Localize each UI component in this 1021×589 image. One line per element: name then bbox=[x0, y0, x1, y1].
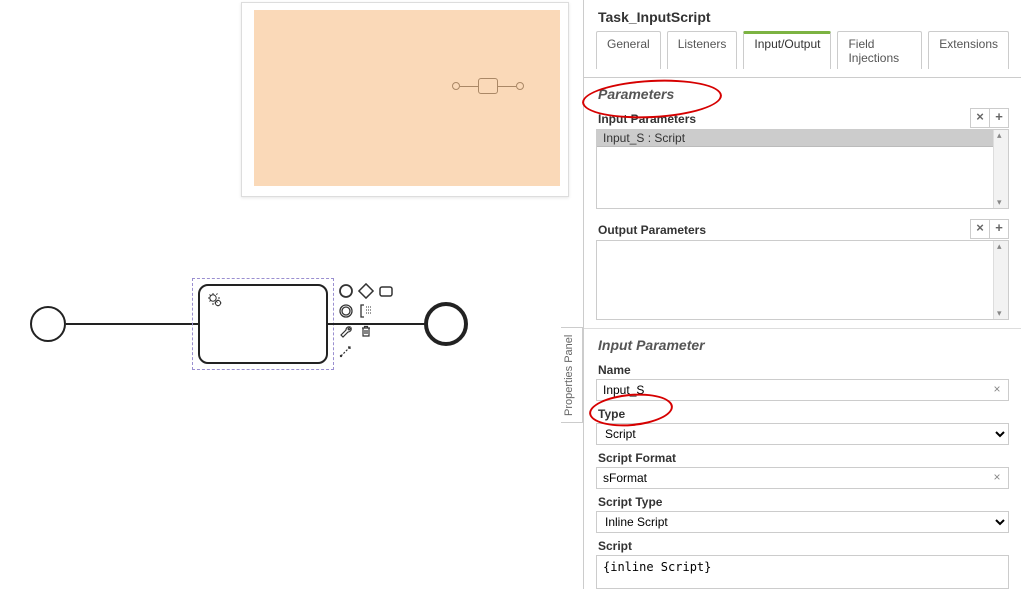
add-output-param-button[interactable]: + bbox=[989, 219, 1009, 239]
name-label: Name bbox=[584, 357, 1021, 379]
script-type-label: Script Type bbox=[584, 489, 1021, 511]
tab-bar: General Listeners Input/Output Field Inj… bbox=[584, 31, 1021, 78]
properties-panel: Task_InputScript General Listeners Input… bbox=[583, 0, 1021, 589]
parameters-section-title: Parameters bbox=[584, 78, 1021, 106]
script-label: Script bbox=[584, 533, 1021, 555]
script-format-input[interactable] bbox=[596, 467, 1009, 489]
diagram-canvas[interactable] bbox=[0, 0, 583, 589]
element-title: Task_InputScript bbox=[584, 0, 1021, 31]
name-input[interactable] bbox=[596, 379, 1009, 401]
mini-end-event-icon bbox=[516, 82, 524, 90]
tab-general[interactable]: General bbox=[596, 31, 661, 69]
tab-field-injections[interactable]: Field Injections bbox=[837, 31, 922, 69]
output-parameters-list[interactable] bbox=[596, 240, 1009, 320]
connect-icon[interactable] bbox=[337, 342, 355, 360]
list-item[interactable]: Input_S : Script bbox=[597, 130, 1008, 147]
clear-name-button[interactable]: × bbox=[990, 382, 1004, 396]
tab-extensions[interactable]: Extensions bbox=[928, 31, 1009, 69]
properties-panel-toggle[interactable]: Properties Panel bbox=[561, 327, 583, 423]
bpmn-diagram[interactable] bbox=[30, 278, 470, 378]
end-event[interactable] bbox=[424, 302, 468, 346]
mini-start-event-icon bbox=[452, 82, 460, 90]
context-pad bbox=[337, 282, 407, 362]
input-parameters-text: Input Parameters bbox=[598, 112, 696, 126]
diagram-preview bbox=[241, 2, 569, 197]
output-parameters-text: Output Parameters bbox=[598, 223, 706, 237]
tab-input-output[interactable]: Input/Output bbox=[743, 31, 831, 69]
input-parameter-section-title: Input Parameter bbox=[584, 329, 1021, 357]
output-parameters-label: Output Parameters × + bbox=[584, 217, 1021, 240]
append-gateway-icon[interactable] bbox=[357, 282, 375, 300]
type-select[interactable]: Script bbox=[596, 423, 1009, 445]
append-event-icon[interactable] bbox=[337, 282, 355, 300]
input-parameters-list[interactable]: Input_S : Script bbox=[596, 129, 1009, 209]
clear-script-format-button[interactable]: × bbox=[990, 470, 1004, 484]
mini-task-icon bbox=[478, 78, 498, 94]
input-parameters-label: Input Parameters × + bbox=[584, 106, 1021, 129]
scrollbar[interactable] bbox=[993, 241, 1008, 319]
wrench-icon[interactable] bbox=[337, 322, 355, 340]
trash-icon[interactable] bbox=[357, 322, 375, 340]
remove-input-param-button[interactable]: × bbox=[970, 108, 990, 128]
preview-viewport bbox=[254, 10, 560, 186]
add-input-param-button[interactable]: + bbox=[989, 108, 1009, 128]
tab-listeners[interactable]: Listeners bbox=[667, 31, 738, 69]
service-task[interactable] bbox=[198, 284, 328, 364]
append-task-icon[interactable] bbox=[377, 282, 395, 300]
script-format-label: Script Format bbox=[584, 445, 1021, 467]
mini-process bbox=[452, 78, 524, 94]
annotation-icon[interactable] bbox=[357, 302, 375, 320]
remove-output-param-button[interactable]: × bbox=[970, 219, 990, 239]
scrollbar[interactable] bbox=[993, 130, 1008, 208]
append-intermediate-event-icon[interactable] bbox=[337, 302, 355, 320]
script-textarea[interactable] bbox=[596, 555, 1009, 589]
gear-icon bbox=[206, 291, 224, 312]
script-type-select[interactable]: Inline Script bbox=[596, 511, 1009, 533]
type-label: Type bbox=[584, 401, 1021, 423]
start-event[interactable] bbox=[30, 306, 66, 342]
